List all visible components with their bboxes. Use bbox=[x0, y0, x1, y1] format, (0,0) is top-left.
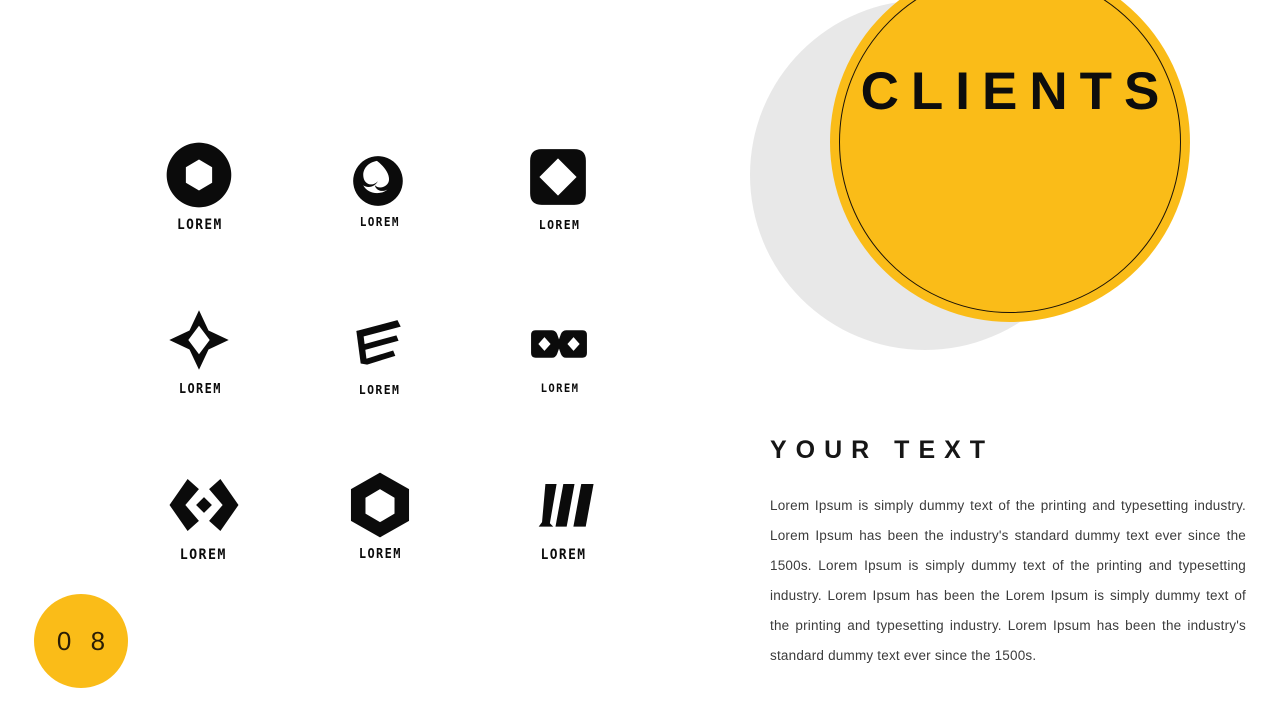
page-number-badge: 0 8 bbox=[34, 594, 128, 688]
hexagon-ring-logo-icon bbox=[348, 472, 412, 538]
client-logo-item[interactable]: LOREM bbox=[110, 140, 290, 305]
four-point-star-logo-icon bbox=[168, 309, 231, 372]
client-logo-label: LOREM bbox=[359, 382, 401, 397]
description-block: YOUR TEXT Lorem Ipsum is simply dummy te… bbox=[770, 438, 1246, 672]
client-logo-label: LOREM bbox=[540, 381, 580, 395]
swirl-pinwheel-logo-icon bbox=[350, 153, 406, 209]
body-paragraph: Lorem Ipsum is simply dummy text of the … bbox=[770, 498, 1246, 664]
hero-graphic: CLIENTS bbox=[740, 0, 1280, 360]
client-logo-grid: LOREM LOREM LOREM LOREM LOREM LOREM LORE… bbox=[110, 140, 650, 635]
page-title: CLIENTS bbox=[860, 62, 1172, 121]
slide-canvas: CLIENTS LOREM LOREM LOREM LOREM LOREM LO… bbox=[0, 0, 1280, 720]
client-logo-label: LOREM bbox=[177, 217, 223, 233]
client-logo-item[interactable]: LOREM bbox=[110, 470, 290, 635]
client-logo-label: LOREM bbox=[180, 547, 228, 563]
three-slanted-bars-logo-icon bbox=[534, 476, 596, 538]
thick-ring-logo-icon bbox=[163, 139, 234, 210]
client-logo-item[interactable]: LOREM bbox=[290, 140, 470, 305]
client-logo-item[interactable]: LOREM bbox=[470, 470, 650, 635]
rounded-square-diamond-logo-icon bbox=[527, 146, 589, 208]
client-logo-label: LOREM bbox=[539, 217, 581, 232]
client-logo-label: LOREM bbox=[540, 547, 587, 563]
page-number-label: 0 8 bbox=[56, 625, 112, 656]
client-logo-item[interactable]: LOREM bbox=[290, 305, 470, 470]
client-logo-label: LOREM bbox=[178, 382, 222, 397]
client-logo-item[interactable]: LOREM bbox=[110, 305, 290, 470]
section-heading: YOUR TEXT bbox=[770, 436, 995, 464]
client-logo-label: LOREM bbox=[358, 547, 402, 562]
client-logo-item[interactable]: LOREM bbox=[470, 140, 650, 305]
client-logo-item[interactable]: LOREM bbox=[290, 470, 470, 635]
infinity-diamonds-logo-icon bbox=[530, 315, 587, 372]
stacked-arrow-bars-logo-icon bbox=[349, 315, 406, 372]
double-chevron-diamond-logo-icon bbox=[167, 468, 241, 542]
client-logo-item[interactable]: LOREM bbox=[470, 305, 650, 470]
client-logo-label: LOREM bbox=[359, 215, 401, 229]
